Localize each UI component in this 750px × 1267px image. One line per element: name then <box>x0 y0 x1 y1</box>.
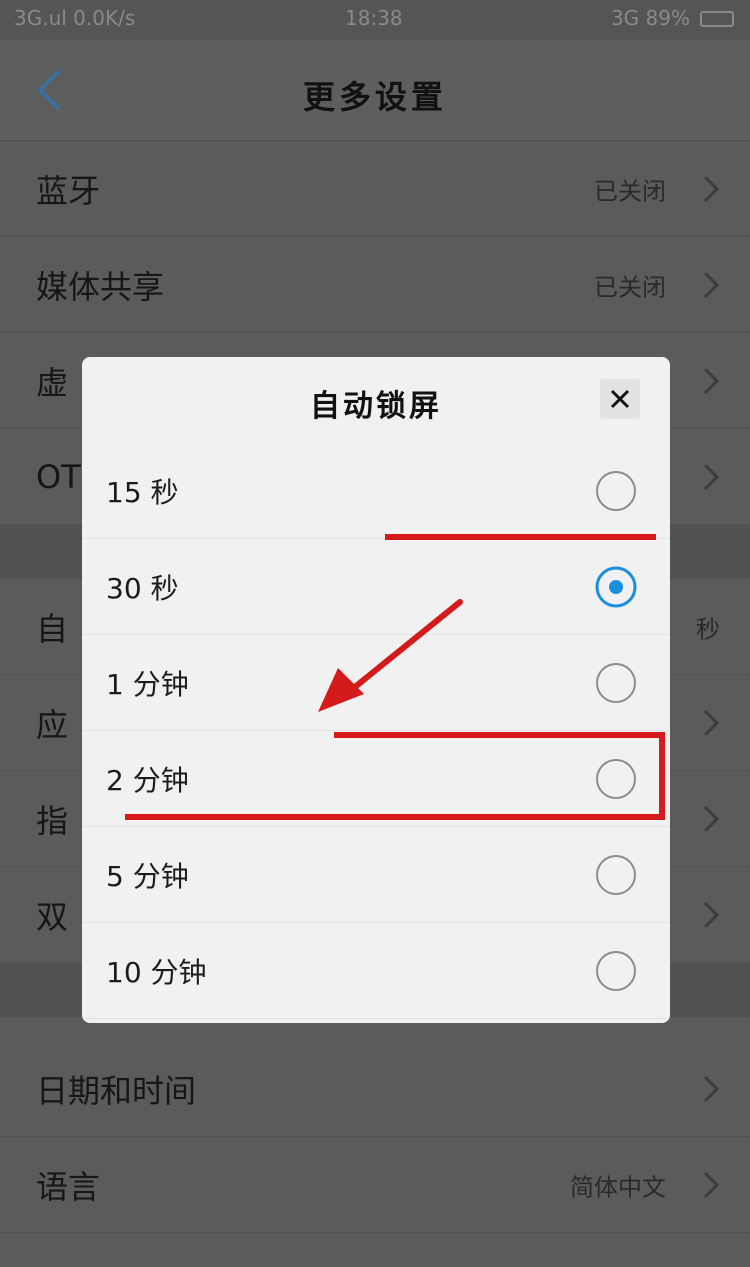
settings-row-label: 双 <box>36 897 69 936</box>
option-label: 15 秒 <box>106 475 179 509</box>
settings-row-label: 媒体共享 <box>36 267 165 306</box>
option-5-minutes[interactable]: 5 分钟 <box>82 827 670 923</box>
radio-unchecked-icon[interactable] <box>594 853 638 897</box>
settings-row-date-time[interactable]: 日期和时间 <box>0 1041 750 1137</box>
settings-row-language[interactable]: 语言 简体中文 <box>0 1137 750 1233</box>
page-title: 更多设置 <box>302 78 447 116</box>
option-label: 10 分钟 <box>106 955 207 989</box>
chevron-right-icon <box>703 1171 720 1199</box>
settings-row-label: 自 <box>36 609 69 648</box>
settings-row-label: 日期和时间 <box>36 1071 197 1110</box>
status-bar: 3G.ul 0.0K/s 18:38 3G 89% <box>0 0 750 40</box>
status-signal: 3G.ul 0.0K/s <box>14 6 136 30</box>
option-label: 5 分钟 <box>106 859 189 893</box>
radio-unchecked-icon[interactable] <box>594 469 638 513</box>
battery-icon <box>700 11 734 27</box>
settings-row-value: 秒 <box>696 615 720 643</box>
option-label: 1 分钟 <box>106 667 189 701</box>
option-30-seconds[interactable]: 30 秒 <box>82 539 670 635</box>
dialog-title: 自动锁屏 <box>310 389 442 424</box>
option-15-seconds[interactable]: 15 秒 <box>82 443 670 539</box>
radio-unchecked-icon[interactable] <box>594 949 638 993</box>
chevron-right-icon <box>703 463 720 491</box>
option-1-minute[interactable]: 1 分钟 <box>82 635 670 731</box>
option-label: 30 秒 <box>106 571 179 605</box>
nav-bar: 更多设置 <box>0 40 750 141</box>
option-2-minutes[interactable]: 2 分钟 <box>82 731 670 827</box>
close-button[interactable] <box>600 379 640 419</box>
settings-row-label: 虚 <box>36 363 69 402</box>
settings-row-value: 简体中文 <box>570 1173 666 1201</box>
close-icon <box>610 389 630 409</box>
settings-row-label: 应 <box>36 705 69 744</box>
radio-unchecked-icon[interactable] <box>594 661 638 705</box>
chevron-right-icon <box>703 271 720 299</box>
radio-checked-icon[interactable] <box>594 565 638 609</box>
radio-unchecked-icon[interactable] <box>594 757 638 801</box>
option-10-minutes[interactable]: 10 分钟 <box>82 923 670 1019</box>
chevron-right-icon <box>703 175 720 203</box>
chevron-right-icon <box>703 367 720 395</box>
settings-row-bluetooth[interactable]: 蓝牙 已关闭 <box>0 141 750 237</box>
settings-row-label: 指 <box>36 801 69 840</box>
settings-row-media-sharing[interactable]: 媒体共享 已关闭 <box>0 237 750 333</box>
auto-lock-dialog: 自动锁屏 15 秒 30 秒 1 分钟 2 分钟 5 分钟 10 分钟 <box>82 357 670 1023</box>
option-label: 2 分钟 <box>106 763 189 797</box>
chevron-right-icon <box>703 709 720 737</box>
settings-row-label: 蓝牙 <box>36 171 101 210</box>
settings-row-value: 已关闭 <box>594 177 666 205</box>
status-battery-text: 3G 89% <box>610 6 690 30</box>
chevron-right-icon <box>703 901 720 929</box>
settings-row-value: 已关闭 <box>594 273 666 301</box>
chevron-right-icon <box>703 1075 720 1103</box>
status-time: 18:38 <box>345 6 403 30</box>
chevron-right-icon <box>703 805 720 833</box>
settings-row-label: 语言 <box>36 1167 101 1206</box>
settings-row-label: OT <box>36 457 81 496</box>
